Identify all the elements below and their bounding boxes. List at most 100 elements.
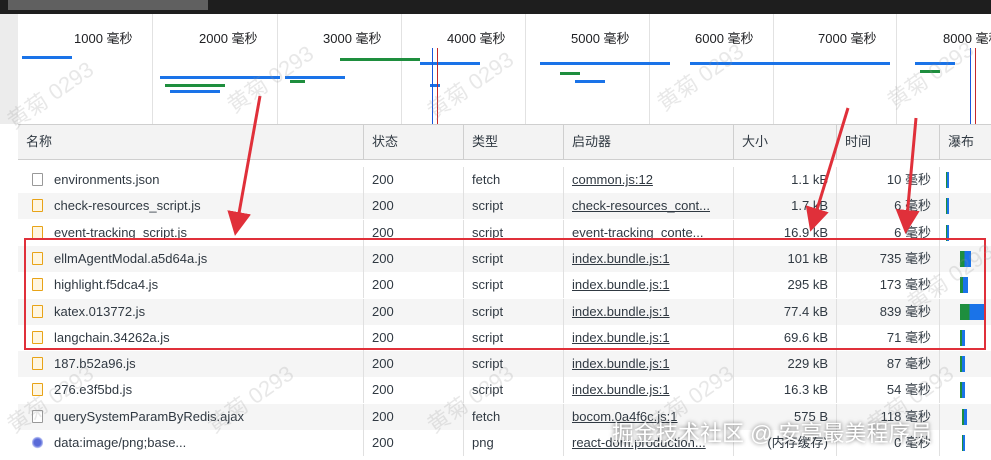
cell-initiator[interactable]: index.bundle.js:1 [563, 245, 733, 272]
column-header-size[interactable]: 大小 [733, 125, 836, 159]
waterfall-bar [960, 329, 966, 346]
overview-grid-line [401, 14, 402, 124]
request-row[interactable]: katex.013772.js 200 script index.bundle.js:… [18, 298, 991, 325]
waterfall-bar [960, 277, 969, 294]
cell-status: 200 [363, 351, 463, 378]
cell-status: 200 [363, 403, 463, 430]
network-overview[interactable]: 1000 毫秒 2000 毫秒 3000 毫秒 4000 毫秒 5000 毫秒 6000 … [0, 14, 991, 124]
cell-status: 200 [363, 167, 463, 193]
column-header-name[interactable]: 名称 [18, 125, 363, 159]
cell-initiator[interactable]: index.bundle.js:1 [563, 377, 733, 404]
column-header-waterfall[interactable]: 瀑布 [939, 125, 991, 159]
waterfall-bar [961, 408, 967, 425]
cell-initiator[interactable]: index.bundle.js:1 [563, 324, 733, 351]
cell-type: png [463, 430, 563, 456]
overview-grid-line [525, 14, 526, 124]
overview-request-bar [285, 76, 345, 79]
overview-request-bar [690, 62, 800, 65]
cell-initiator[interactable]: index.bundle.js:1 [563, 272, 733, 299]
waterfall-bar [960, 303, 984, 320]
overview-tick-label: 7000 毫秒 [818, 31, 877, 46]
request-row[interactable]: 187.b52a96.js 200 script index.bundle.js:1 2… [18, 351, 991, 378]
cell-initiator[interactable]: check-resources_cont... [563, 193, 733, 220]
cell-type: script [463, 351, 563, 378]
request-row[interactable]: highlight.f5dca4.js 200 script index.bundle… [18, 272, 991, 299]
column-header-type[interactable]: 类型 [463, 125, 563, 159]
cell-time: 839 毫秒 [836, 298, 939, 325]
overview-request-bar [340, 58, 420, 61]
cell-name: 187.b52a96.js [54, 356, 136, 372]
column-header-initiator[interactable]: 启动器 [563, 125, 733, 159]
cell-type: script [463, 219, 563, 246]
overview-request-bar [160, 76, 280, 79]
overview-tick-label: 8000 毫秒 [943, 31, 991, 46]
cell-name: environments.json [54, 172, 160, 187]
cell-initiator[interactable]: event-tracking_conte... [563, 219, 733, 246]
table-header: 名称 状态 类型 启动器 大小 时间 瀑布 [18, 125, 991, 160]
cell-name: katex.013772.js [54, 303, 146, 319]
cell-size: 101 kB [733, 245, 836, 272]
column-header-status[interactable]: 状态 [363, 125, 463, 159]
cell-waterfall [939, 272, 991, 299]
cell-time: 735 毫秒 [836, 245, 939, 272]
cell-waterfall [939, 298, 991, 325]
request-row[interactable]: event-tracking_script.js 200 script event-t… [18, 219, 991, 246]
cell-size: 16.3 kB [733, 377, 836, 404]
cell-waterfall [939, 167, 991, 193]
overview-request-bar [22, 56, 72, 59]
cell-waterfall [939, 403, 991, 430]
overview-request-bar [560, 72, 580, 75]
waterfall-bar [946, 224, 949, 241]
cell-name: 276.e3f5bd.js [54, 382, 133, 398]
cell-waterfall [939, 193, 991, 220]
overview-request-bar [420, 62, 480, 65]
request-row[interactable]: environments.json 200 fetch common.js:12 1.1… [18, 167, 991, 193]
waterfall-bar [960, 356, 966, 373]
overview-request-bar [170, 90, 220, 93]
overview-request-bar [290, 80, 305, 83]
cell-waterfall [939, 324, 991, 351]
cell-type: script [463, 298, 563, 325]
load-marker [437, 48, 438, 124]
overview-grid-line [152, 14, 153, 124]
cell-type: fetch [463, 403, 563, 430]
waterfall-bar [960, 382, 966, 399]
top-bar-partial-controls [8, 0, 208, 10]
cell-size: 69.6 kB [733, 324, 836, 351]
cell-status: 200 [363, 430, 463, 456]
cell-type: script [463, 272, 563, 299]
cell-name: ellmAgentModal.a5d64a.js [54, 250, 208, 266]
overview-grid-line [773, 14, 774, 124]
cell-initiator[interactable]: index.bundle.js:1 [563, 298, 733, 325]
cell-status: 200 [363, 219, 463, 246]
cell-time: 54 毫秒 [836, 377, 939, 404]
devtools-top-bar [0, 0, 991, 14]
cell-status: 200 [363, 272, 463, 299]
request-row[interactable]: 276.e3f5bd.js 200 script index.bundle.js:1 1… [18, 377, 991, 404]
column-header-time[interactable]: 时间 [836, 125, 939, 159]
network-request-table: 名称 状态 类型 启动器 大小 时间 瀑布 environments.json 2… [18, 124, 991, 460]
cell-type: script [463, 245, 563, 272]
waterfall-bar [946, 172, 949, 188]
request-row[interactable]: ellmAgentModal.a5d64a.js 200 script index.b… [18, 245, 991, 272]
request-row[interactable]: langchain.34262a.js 200 script index.bundle… [18, 324, 991, 351]
overview-tick-label: 6000 毫秒 [695, 31, 754, 46]
cell-time: 6 毫秒 [836, 219, 939, 246]
cell-status: 200 [363, 324, 463, 351]
cell-time: 6 毫秒 [836, 193, 939, 220]
overview-tick-label: 5000 毫秒 [571, 31, 630, 46]
cell-size: 16.9 kB [733, 219, 836, 246]
overview-request-bar [920, 70, 940, 73]
cell-size: 229 kB [733, 351, 836, 378]
cell-initiator[interactable]: common.js:12 [563, 167, 733, 193]
footer-watermark: 掘金技术社区 @ 安亭最美程序员 [612, 421, 933, 446]
cell-size: 1.1 kB [733, 167, 836, 193]
waterfall-bar [961, 435, 965, 451]
request-row[interactable]: check-resources_script.js 200 script check-… [18, 193, 991, 220]
dom-content-loaded-marker [970, 48, 971, 124]
cell-initiator[interactable]: index.bundle.js:1 [563, 351, 733, 378]
overview-grid-line [649, 14, 650, 124]
overview-request-bar [575, 80, 605, 83]
load-marker [975, 48, 976, 124]
waterfall-bar [960, 250, 971, 267]
